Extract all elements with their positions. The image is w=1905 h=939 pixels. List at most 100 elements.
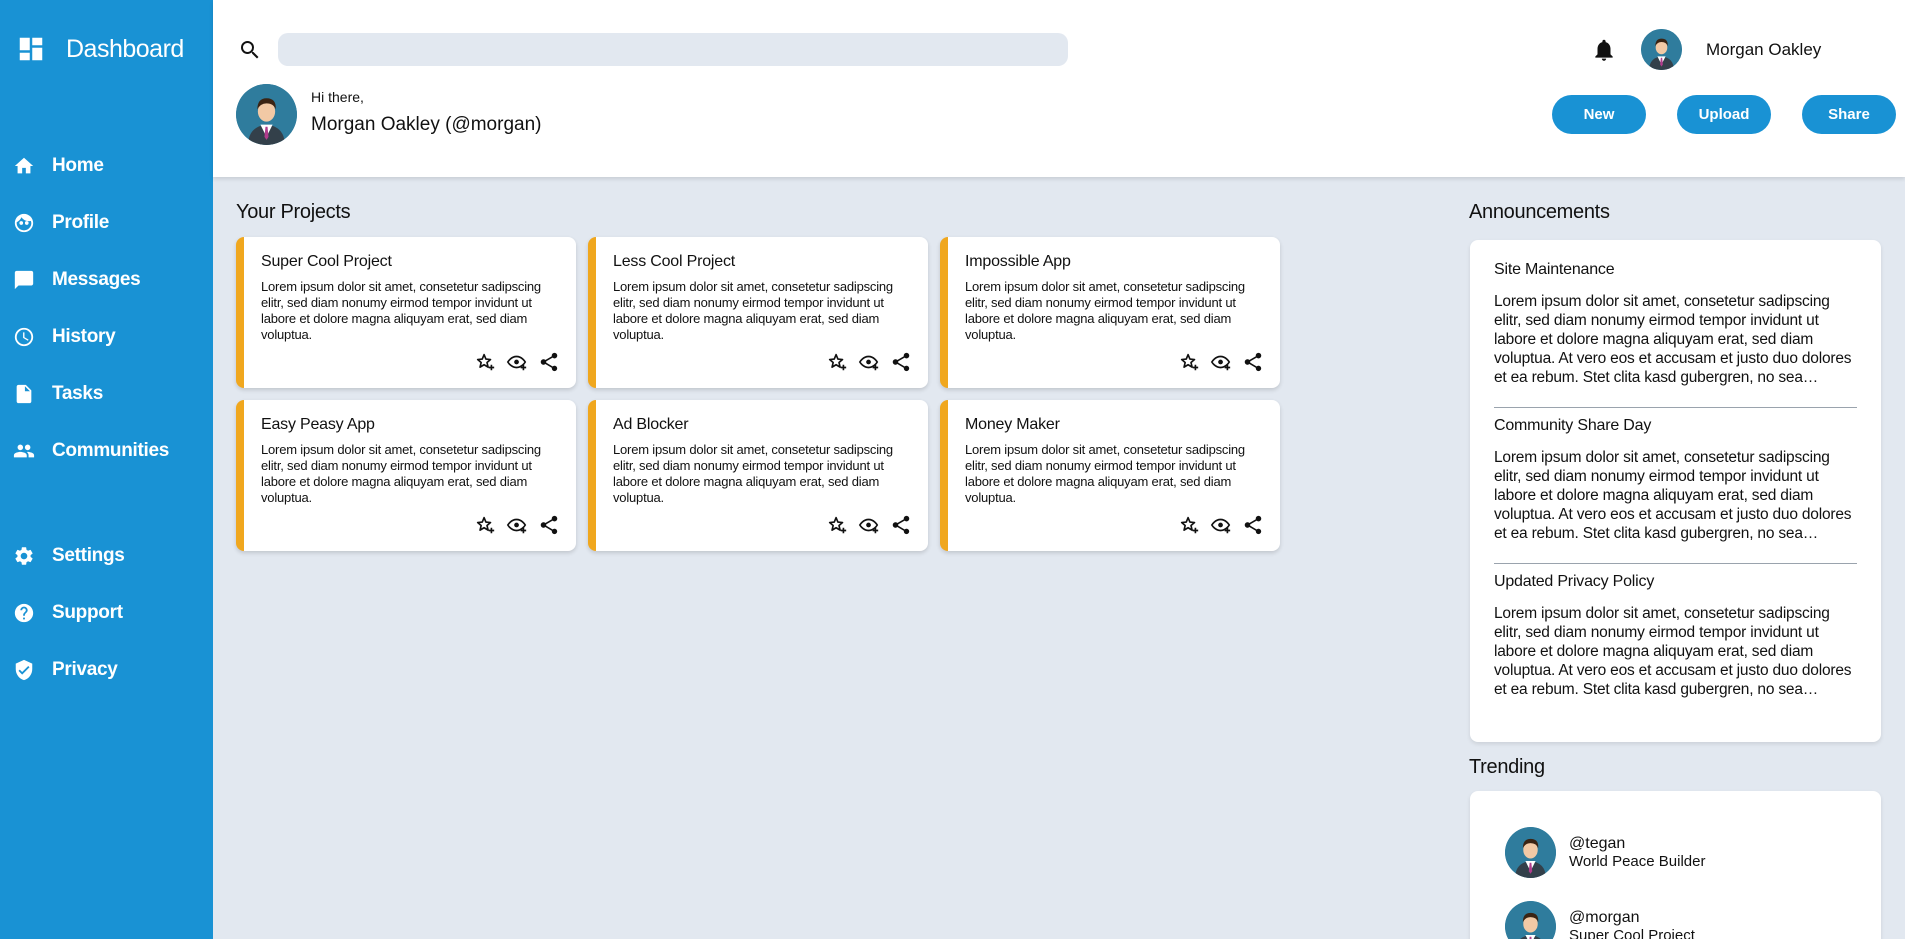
sidebar-item-label: Messages: [52, 269, 141, 290]
greeting-avatar: [236, 84, 297, 145]
watch-icon[interactable]: [506, 351, 528, 373]
sidebar-item-tasks[interactable]: Tasks: [0, 374, 213, 414]
share-icon[interactable]: [538, 351, 560, 373]
star-add-icon[interactable]: [474, 514, 496, 536]
communities-icon: [13, 444, 35, 458]
header: Morgan Oakley Hi there, Morgan Oakley (@…: [213, 0, 1905, 177]
sidebar: Dashboard Home Profile Messages History …: [0, 0, 213, 939]
share-icon[interactable]: [1242, 351, 1264, 373]
project-description: Lorem ipsum dolor sit amet, consetetur s…: [965, 442, 1245, 505]
upload-button[interactable]: Upload: [1677, 95, 1771, 134]
projects-title: Your Projects: [236, 201, 351, 223]
greeting-name: Morgan Oakley (@morgan): [311, 114, 542, 135]
project-actions: [1178, 514, 1264, 536]
announcement-title: Community Share Day: [1494, 417, 1652, 434]
project-title: Super Cool Project: [261, 253, 392, 270]
project-card[interactable]: Impossible App Lorem ipsum dolor sit ame…: [940, 237, 1280, 388]
sidebar-item-label: Home: [52, 155, 104, 176]
sidebar-item-label: Tasks: [52, 383, 103, 404]
announcement-text: Lorem ipsum dolor sit amet, consetetur s…: [1494, 449, 1852, 542]
trending-avatar: [1505, 901, 1556, 939]
search-icon[interactable]: [238, 38, 262, 62]
sidebar-item-support[interactable]: Support: [0, 593, 213, 633]
project-description: Lorem ipsum dolor sit amet, consetetur s…: [965, 279, 1245, 342]
shield-icon: [15, 659, 33, 681]
project-description: Lorem ipsum dolor sit amet, consetetur s…: [613, 279, 893, 342]
sidebar-item-profile[interactable]: Profile: [0, 203, 213, 243]
announcement[interactable]: Updated Privacy Policy Lorem ipsum dolor…: [1494, 573, 1857, 699]
trending-title: Trending: [1469, 756, 1545, 778]
history-icon: [14, 327, 34, 347]
share-icon[interactable]: [890, 351, 912, 373]
project-description: Lorem ipsum dolor sit amet, consetetur s…: [613, 442, 893, 505]
sidebar-item-settings[interactable]: Settings: [0, 536, 213, 576]
search-input[interactable]: [278, 33, 1068, 66]
share-icon[interactable]: [1242, 514, 1264, 536]
project-actions: [474, 351, 560, 373]
project-card[interactable]: Easy Peasy App Lorem ipsum dolor sit ame…: [236, 400, 576, 551]
sidebar-item-messages[interactable]: Messages: [0, 260, 213, 300]
project-title: Impossible App: [965, 253, 1071, 270]
sidebar-item-label: History: [52, 326, 116, 347]
trending-handle: @tegan: [1569, 835, 1626, 852]
dashboard-icon: [19, 37, 43, 61]
star-add-icon[interactable]: [826, 351, 848, 373]
messages-icon: [14, 270, 34, 290]
sidebar-item-label: Profile: [52, 212, 110, 233]
announcement[interactable]: Community Share Day Lorem ipsum dolor si…: [1494, 417, 1857, 543]
announcement-text: Lorem ipsum dolor sit amet, consetetur s…: [1494, 605, 1852, 698]
project-card[interactable]: Money Maker Lorem ipsum dolor sit amet, …: [940, 400, 1280, 551]
sidebar-item-label: Privacy: [52, 659, 118, 680]
sidebar-item-communities[interactable]: Communities: [0, 431, 213, 471]
watch-icon[interactable]: [1210, 351, 1232, 373]
trending-item[interactable]: @morgan Super Cool Project: [1505, 901, 1695, 939]
sidebar-item-home[interactable]: Home: [0, 146, 213, 186]
gear-icon: [15, 547, 33, 565]
user-avatar[interactable]: [1641, 29, 1682, 70]
profile-icon: [14, 213, 34, 233]
new-button[interactable]: New: [1552, 95, 1646, 134]
share-button[interactable]: Share: [1802, 95, 1896, 134]
star-add-icon[interactable]: [826, 514, 848, 536]
project-description: Lorem ipsum dolor sit amet, consetetur s…: [261, 442, 541, 505]
bell-icon[interactable]: [1591, 37, 1617, 63]
project-title: Less Cool Project: [613, 253, 735, 270]
sidebar-item-label: Settings: [52, 545, 125, 566]
project-actions: [826, 514, 912, 536]
announcement-title: Site Maintenance: [1494, 261, 1615, 278]
brand-title: Dashboard: [66, 34, 184, 63]
trending-panel: @tegan World Peace Builder @morgan Super…: [1470, 791, 1881, 939]
project-actions: [1178, 351, 1264, 373]
watch-icon[interactable]: [858, 514, 880, 536]
project-card[interactable]: Super Cool Project Lorem ipsum dolor sit…: [236, 237, 576, 388]
watch-icon[interactable]: [1210, 514, 1232, 536]
star-add-icon[interactable]: [474, 351, 496, 373]
share-icon[interactable]: [538, 514, 560, 536]
trending-avatar: [1505, 827, 1556, 878]
watch-icon[interactable]: [858, 351, 880, 373]
greeting-text: Hi there,: [311, 89, 364, 105]
star-add-icon[interactable]: [1178, 514, 1200, 536]
help-icon: [14, 603, 34, 623]
sidebar-item-history[interactable]: History: [0, 317, 213, 357]
project-description: Lorem ipsum dolor sit amet, consetetur s…: [261, 279, 541, 342]
project-card[interactable]: Ad Blocker Lorem ipsum dolor sit amet, c…: [588, 400, 928, 551]
project-title: Ad Blocker: [613, 416, 689, 433]
home-icon: [14, 157, 34, 174]
watch-icon[interactable]: [506, 514, 528, 536]
announcements-title: Announcements: [1469, 201, 1610, 223]
project-title: Easy Peasy App: [261, 416, 375, 433]
sidebar-item-label: Support: [52, 602, 123, 623]
star-add-icon[interactable]: [1178, 351, 1200, 373]
announcement-title: Updated Privacy Policy: [1494, 573, 1655, 590]
trending-item[interactable]: @tegan World Peace Builder: [1505, 827, 1705, 878]
sidebar-item-privacy[interactable]: Privacy: [0, 650, 213, 690]
project-actions: [474, 514, 560, 536]
project-card[interactable]: Less Cool Project Lorem ipsum dolor sit …: [588, 237, 928, 388]
project-actions: [826, 351, 912, 373]
announcement[interactable]: Site Maintenance Lorem ipsum dolor sit a…: [1494, 261, 1857, 387]
brand[interactable]: Dashboard: [16, 34, 184, 64]
share-icon[interactable]: [890, 514, 912, 536]
header-user-name[interactable]: Morgan Oakley: [1706, 40, 1821, 60]
divider: [1494, 407, 1857, 408]
